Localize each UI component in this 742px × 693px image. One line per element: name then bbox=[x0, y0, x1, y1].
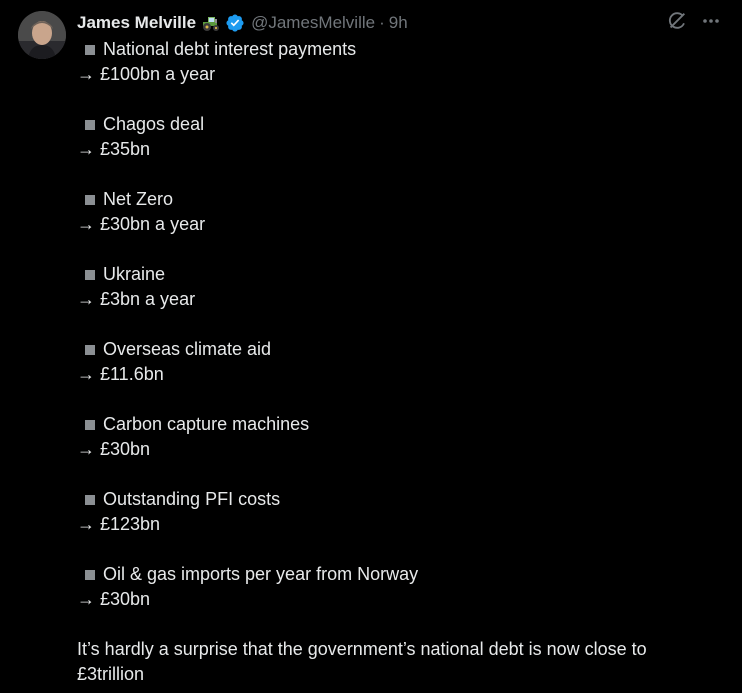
list-item: Net Zero → £30bn a year bbox=[77, 187, 717, 237]
bullet-square-icon bbox=[85, 344, 95, 355]
verified-badge-icon[interactable] bbox=[225, 13, 245, 33]
tweet-header: James Melville @JamesMelville · 9h bbox=[77, 12, 408, 34]
tweet-text: National debt interest payments → £100bn… bbox=[77, 37, 717, 687]
bullet-square-icon bbox=[85, 44, 95, 55]
list-item: National debt interest payments → £100bn… bbox=[77, 37, 717, 87]
handle[interactable]: @JamesMelville bbox=[251, 13, 375, 33]
more-icon bbox=[701, 11, 721, 36]
item-value: → £30bn bbox=[77, 589, 151, 609]
list-item: Oil & gas imports per year from Norway →… bbox=[77, 562, 717, 612]
bullet-square-icon bbox=[85, 194, 95, 205]
avatar[interactable] bbox=[18, 11, 66, 59]
bullet-square-icon bbox=[85, 419, 95, 430]
item-value: → £35bn bbox=[77, 139, 151, 159]
item-value: → £100bn a year bbox=[77, 64, 216, 84]
tweet[interactable]: James Melville @JamesMelville · 9h Natio… bbox=[0, 0, 742, 693]
bullet-square-icon bbox=[85, 269, 95, 280]
item-title: Overseas climate aid bbox=[103, 339, 272, 359]
item-value: → £123bn bbox=[77, 514, 161, 534]
bullet-square-icon bbox=[85, 494, 95, 505]
item-title: Net Zero bbox=[103, 189, 174, 209]
item-value: → £3bn a year bbox=[77, 289, 196, 309]
bullet-square-icon bbox=[85, 119, 95, 130]
list-item: Overseas climate aid → £11.6bn bbox=[77, 337, 717, 387]
item-title: Carbon capture machines bbox=[103, 414, 310, 434]
tweet-actions bbox=[664, 10, 724, 36]
list-item: Outstanding PFI costs → £123bn bbox=[77, 487, 717, 537]
item-value: → £11.6bn bbox=[77, 364, 164, 384]
item-value: → £30bn bbox=[77, 439, 151, 459]
item-title: Oil & gas imports per year from Norway bbox=[103, 564, 419, 584]
more-button[interactable] bbox=[698, 10, 724, 36]
conclusion-text: It’s hardly a surprise that the governme… bbox=[77, 639, 647, 684]
item-title: Chagos deal bbox=[103, 114, 205, 134]
item-title: Ukraine bbox=[103, 264, 166, 284]
display-name[interactable]: James Melville bbox=[77, 13, 196, 33]
item-title: Outstanding PFI costs bbox=[103, 489, 281, 509]
list-item: Ukraine → £3bn a year bbox=[77, 262, 717, 312]
list-item: Chagos deal → £35bn bbox=[77, 112, 717, 162]
bullet-square-icon bbox=[85, 569, 95, 580]
timestamp[interactable]: 9h bbox=[389, 13, 408, 33]
tractor-icon bbox=[201, 14, 221, 32]
grok-button[interactable] bbox=[664, 10, 690, 36]
list-item: Carbon capture machines → £30bn bbox=[77, 412, 717, 462]
grok-icon bbox=[666, 10, 688, 37]
item-title: National debt interest payments bbox=[103, 39, 357, 59]
item-value: → £30bn a year bbox=[77, 214, 206, 234]
separator: · bbox=[379, 13, 385, 32]
